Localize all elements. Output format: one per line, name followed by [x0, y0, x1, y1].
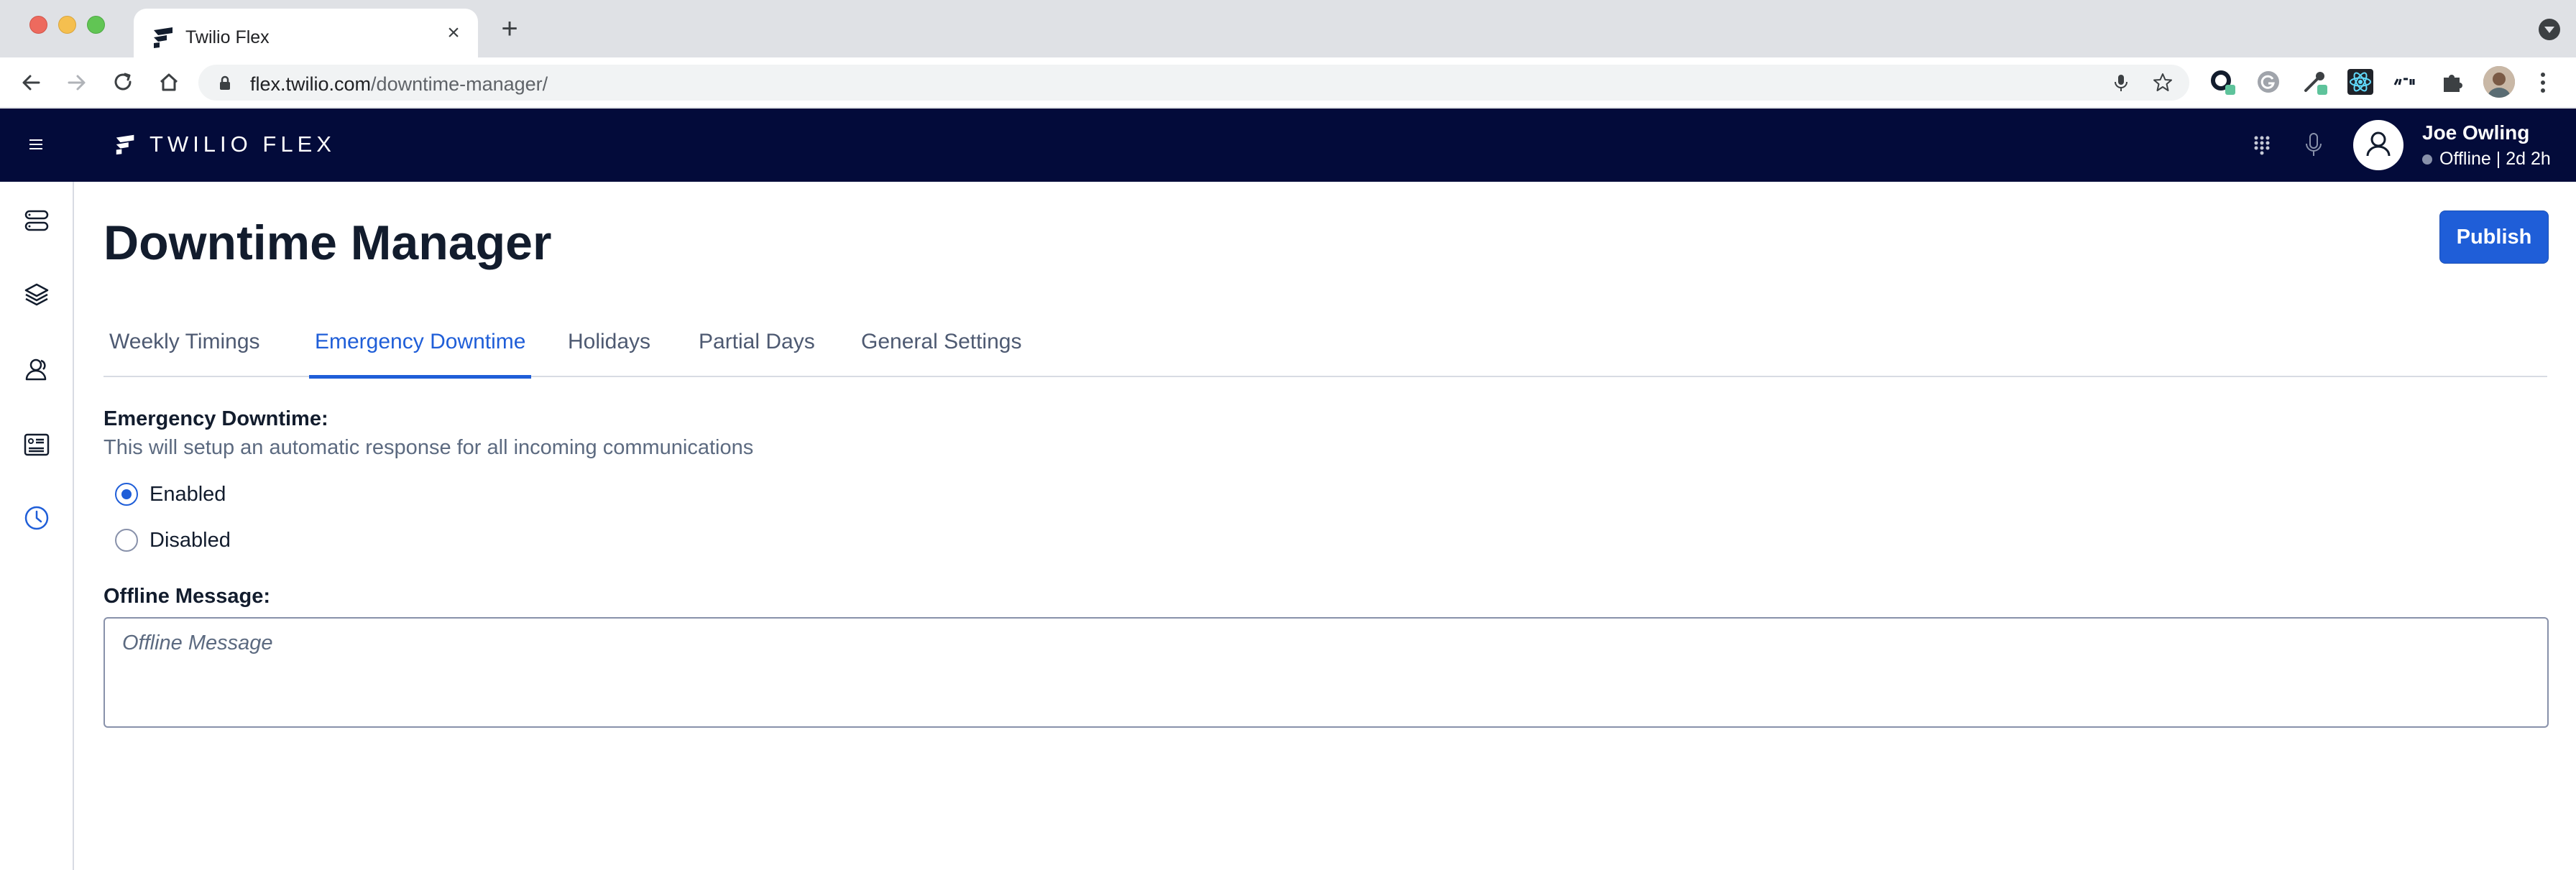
radio-enabled-label: Enabled — [150, 482, 226, 506]
sidebar-item-downtime-manager[interactable] — [22, 503, 52, 533]
reload-icon[interactable] — [108, 68, 138, 98]
browser-tab-title: Twilio Flex — [185, 27, 270, 47]
tab-emergency-downtime[interactable]: Emergency Downtime — [309, 315, 532, 379]
extension-react-devtools-icon[interactable] — [2346, 68, 2375, 96]
window-zoom-button[interactable] — [87, 16, 105, 34]
sidebar-item-layers[interactable] — [22, 279, 52, 310]
flex-header: TWILIO FLEX Joe Owling Offline | 2d 2h — [0, 108, 2576, 182]
dialpad-icon[interactable] — [2251, 134, 2273, 156]
sidebar-item-teams[interactable] — [22, 354, 52, 384]
tab-holidays[interactable]: Holidays — [568, 315, 650, 377]
radio-enabled[interactable]: Enabled — [115, 481, 226, 507]
extension-grammarly-icon[interactable] — [2254, 68, 2283, 96]
main-content: Downtime Manager Publish Weekly Timings … — [75, 182, 2576, 870]
agents-desktop-icon — [24, 210, 49, 231]
offline-message-textarea[interactable] — [104, 617, 2549, 728]
bookmark-star-icon[interactable] — [2152, 72, 2174, 93]
radio-disabled[interactable]: Disabled — [115, 527, 231, 553]
brand-name: TWILIO FLEX — [150, 131, 336, 157]
microphone-icon[interactable] — [2303, 131, 2324, 159]
close-icon[interactable]: × — [442, 22, 465, 45]
user-icon — [2366, 131, 2391, 157]
radio-disabled-label: Disabled — [150, 528, 231, 552]
user-name: Joe Owling — [2422, 121, 2530, 144]
browser-tab[interactable]: Twilio Flex × — [134, 9, 478, 57]
forward-arrow-icon[interactable] — [62, 68, 92, 98]
twilio-flex-logo-icon — [116, 134, 134, 155]
tab-general-settings[interactable]: General Settings — [861, 315, 1021, 377]
radio-enabled-control[interactable] — [115, 483, 138, 506]
queues-stats-icon — [24, 433, 50, 456]
page-title: Downtime Manager — [104, 216, 552, 270]
extension-loop-icon[interactable] — [2208, 68, 2237, 96]
back-arrow-icon[interactable] — [16, 68, 46, 98]
url-path: /downtime-manager/ — [371, 73, 548, 95]
plus-icon[interactable]: + — [496, 14, 523, 43]
url-host: flex.twilio.com — [250, 73, 372, 95]
address-bar[interactable]: flex.twilio.com/downtime-manager/ — [198, 65, 2189, 101]
radio-disabled-control[interactable] — [115, 529, 138, 552]
tab-search-icon[interactable] — [2539, 19, 2560, 40]
url-text: flex.twilio.com/downtime-manager/ — [250, 73, 548, 96]
emergency-downtime-help-text: This will setup an automatic response fo… — [104, 436, 754, 459]
window-close-button[interactable] — [29, 16, 47, 34]
status-dot-icon — [2422, 154, 2432, 165]
sidebar-item-queues-stats[interactable] — [22, 430, 52, 460]
tab-partial-days[interactable]: Partial Days — [699, 315, 815, 377]
extension-eyedropper-icon[interactable] — [2300, 68, 2329, 96]
publish-button[interactable]: Publish — [2439, 210, 2549, 264]
extensions-puzzle-icon[interactable] — [2438, 68, 2467, 96]
clock-icon — [24, 506, 49, 530]
layers-icon — [24, 283, 49, 306]
sidebar-item-agent-desktop[interactable] — [22, 205, 52, 236]
user-status[interactable]: Offline | 2d 2h — [2422, 149, 2551, 170]
extension-sail-icon[interactable] — [2391, 68, 2419, 96]
lock-icon — [220, 75, 230, 90]
emergency-downtime-label: Emergency Downtime: — [104, 407, 328, 430]
home-icon[interactable] — [154, 68, 184, 98]
profile-photo-icon — [2483, 66, 2515, 98]
chrome-profile-avatar[interactable] — [2483, 66, 2515, 98]
offline-message-label: Offline Message: — [104, 585, 271, 608]
tab-weekly-timings[interactable]: Weekly Timings — [109, 315, 260, 377]
brand-logo: TWILIO FLEX — [114, 130, 336, 159]
user-status-text: Offline | 2d 2h — [2439, 149, 2551, 169]
teams-icon — [25, 358, 47, 381]
side-nav — [0, 182, 74, 870]
hamburger-menu-icon[interactable] — [27, 136, 45, 153]
browser-toolbar: flex.twilio.com/downtime-manager/ — [0, 57, 2576, 108]
chrome-menu-icon[interactable] — [2536, 69, 2550, 96]
microphone-icon[interactable] — [2110, 72, 2132, 93]
user-avatar[interactable] — [2353, 120, 2404, 170]
window-minimize-button[interactable] — [58, 16, 76, 34]
browser-tab-strip: Twilio Flex × + — [0, 0, 2576, 57]
twilio-flex-favicon-icon — [154, 27, 172, 48]
tab-bar: Weekly Timings Emergency Downtime Holida… — [104, 315, 2547, 379]
